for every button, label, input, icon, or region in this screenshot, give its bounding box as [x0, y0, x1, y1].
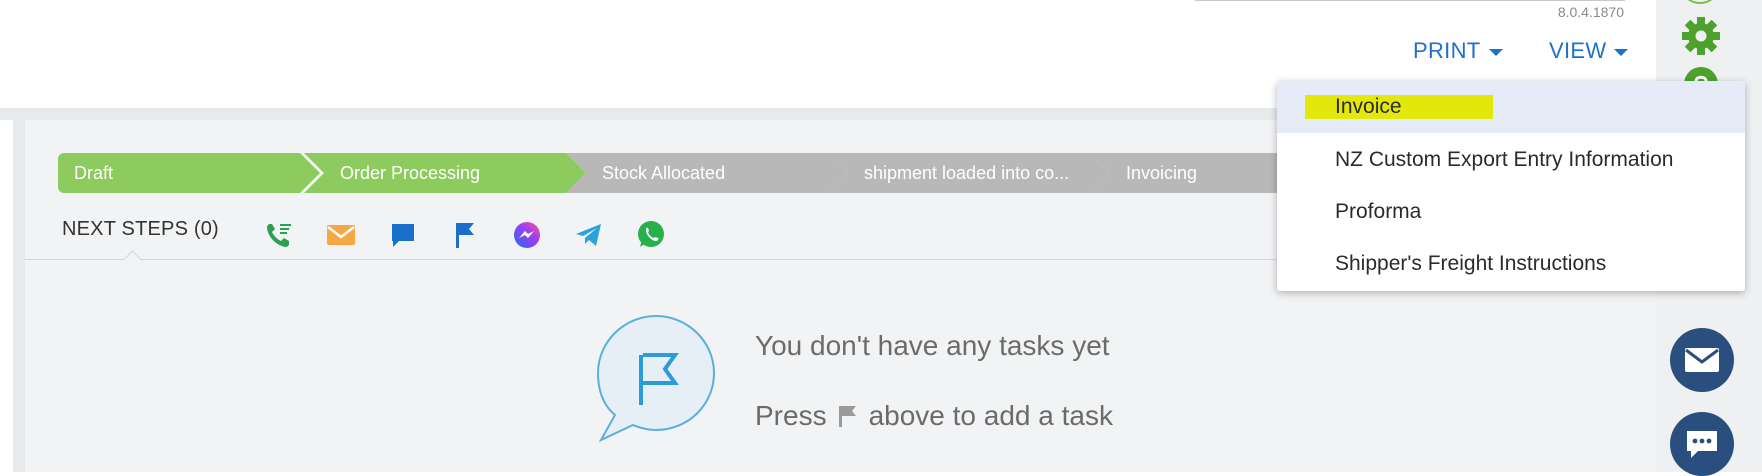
dropdown-item-nz-custom-export[interactable]: NZ Custom Export Entry Information — [1277, 134, 1745, 186]
dropdown-item-shippers-freight[interactable]: Shipper's Freight Instructions — [1277, 238, 1745, 290]
view-menu-button[interactable]: VIEW — [1549, 38, 1629, 64]
messenger-icon[interactable] — [510, 219, 543, 251]
stage-order-processing[interactable]: Order Processing — [304, 153, 586, 193]
dropdown-item-proforma[interactable]: Proforma — [1277, 186, 1745, 238]
next-steps-tab[interactable]: NEXT STEPS (0) — [62, 218, 219, 241]
comment-icon[interactable] — [386, 219, 419, 251]
flag-icon — [838, 406, 856, 427]
stage-draft[interactable]: Draft — [58, 153, 320, 193]
stage-label: Stock Allocated — [602, 163, 726, 183]
view-menu-label: VIEW — [1549, 38, 1607, 63]
email-icon[interactable] — [324, 219, 357, 251]
print-menu-button[interactable]: PRINT — [1413, 38, 1503, 64]
next-step-actions — [262, 219, 667, 251]
empty-tasks-illustration — [596, 314, 716, 443]
phone-list-icon[interactable] — [262, 219, 295, 251]
stage-pipeline: Draft Order Processing Stock Allocated s… — [58, 153, 1418, 193]
empty-tasks-message: You don't have any tasks yet — [755, 330, 1110, 361]
stage-stock-allocated[interactable]: Stock Allocated — [566, 153, 848, 193]
chat-button[interactable] — [1670, 412, 1734, 476]
highlighted-item-label: Invoice — [1305, 95, 1493, 119]
hint-text-after: above to add a task — [868, 400, 1113, 431]
stage-label: Invoicing — [1126, 163, 1198, 183]
email-button[interactable] — [1670, 328, 1734, 392]
chevron-down-icon — [1614, 49, 1629, 56]
stage-label: Draft — [74, 163, 114, 183]
empty-tasks-hint: Press above to add a task — [755, 400, 1113, 432]
flag-icon[interactable] — [448, 219, 481, 251]
stage-shipment-loaded[interactable]: shipment loaded into co... — [828, 153, 1110, 193]
hint-text-before: Press — [755, 400, 827, 431]
gear-icon[interactable] — [1680, 15, 1722, 57]
stage-label: Order Processing — [340, 163, 481, 183]
whatsapp-icon[interactable] — [634, 219, 667, 251]
envelope-icon — [1685, 348, 1719, 372]
chevron-down-icon — [1488, 49, 1503, 56]
tab-divider — [25, 259, 1325, 260]
chat-icon — [1687, 431, 1717, 458]
dropdown-item-invoice[interactable]: Invoice — [1277, 81, 1745, 133]
print-dropdown-menu: Invoice NZ Custom Export Entry Informati… — [1277, 81, 1745, 291]
print-menu-label: PRINT — [1413, 38, 1481, 63]
telegram-icon[interactable] — [572, 219, 605, 251]
stage-label: shipment loaded into co... — [864, 163, 1070, 183]
version-label: 8.0.4.1870 — [1557, 4, 1624, 20]
search-underline — [1195, 0, 1625, 1]
left-panel-edge — [0, 120, 13, 472]
